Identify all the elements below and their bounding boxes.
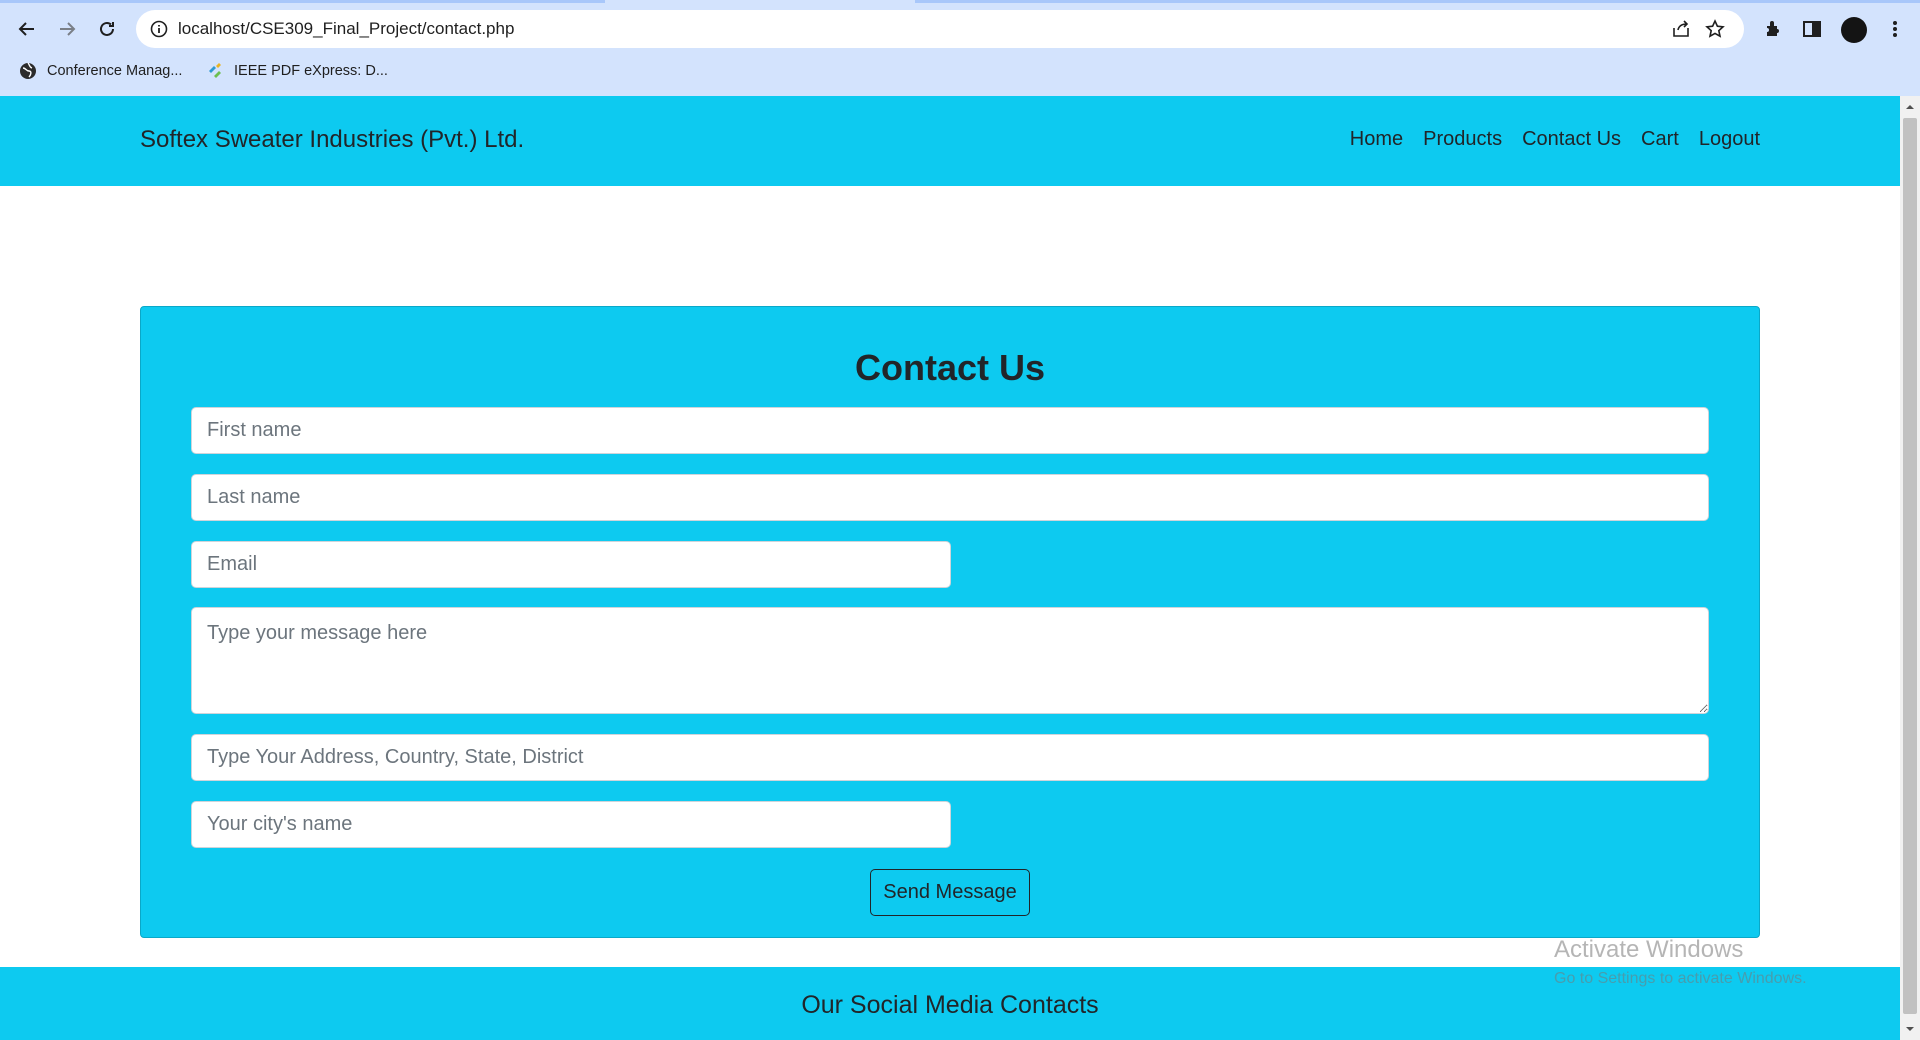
tab-strip-edge	[0, 0, 605, 3]
menu-kebab-icon[interactable]	[1884, 18, 1906, 40]
nav-link-logout[interactable]: Logout	[1699, 128, 1760, 151]
site-brand[interactable]: Softex Sweater Industries (Pvt.) Ltd.	[140, 126, 524, 154]
scroll-down-icon[interactable]	[1905, 1024, 1915, 1034]
reload-button[interactable]	[91, 13, 123, 45]
watermark-title: Activate Windows	[1554, 936, 1744, 963]
contact-title: Contact Us	[854, 347, 1046, 388]
footer-title: Our Social Media Contacts	[801, 991, 1099, 1019]
browser-chrome: localhost/CSE309_Final_Project/contact.p…	[0, 0, 1920, 96]
windows-activation-watermark: Activate Windows Go to Settings to activ…	[1554, 936, 1807, 988]
bookmarks-bar: Conference Manag... IEEE PDF eXpress: D.…	[0, 58, 1920, 88]
nav-link-contact-us[interactable]: Contact Us	[1522, 128, 1621, 151]
site-navbar: Softex Sweater Industries (Pvt.) Ltd. Ho…	[0, 96, 1900, 186]
reload-icon	[100, 21, 114, 36]
first-name-input[interactable]	[191, 407, 1709, 454]
back-button[interactable]	[11, 13, 43, 45]
extensions-icon[interactable]	[1762, 18, 1784, 40]
contact-form-card: Contact Us Send Message	[140, 306, 1760, 938]
watermark-subtitle: Go to Settings to activate Windows.	[1554, 970, 1807, 987]
city-input[interactable]	[191, 801, 951, 848]
bookmark-label: Conference Manag...	[47, 63, 183, 79]
address-bar[interactable]: localhost/CSE309_Final_Project/contact.p…	[136, 10, 1744, 48]
message-textarea[interactable]	[191, 607, 1709, 714]
bookmark-label: IEEE PDF eXpress: D...	[234, 63, 388, 79]
scroll-up-icon[interactable]	[1905, 102, 1915, 112]
bookmark-ieee[interactable]: IEEE PDF eXpress: D...	[206, 62, 388, 80]
forward-button[interactable]	[51, 13, 83, 45]
last-name-input[interactable]	[191, 474, 1709, 521]
page-scrollbar[interactable]	[1900, 96, 1920, 1040]
url-text[interactable]: localhost/CSE309_Final_Project/contact.p…	[178, 19, 514, 39]
profile-avatar[interactable]	[1841, 17, 1867, 43]
tab-strip-edge-right	[915, 0, 1920, 3]
back-arrow-icon	[18, 22, 34, 36]
globe-icon	[20, 62, 36, 79]
side-panel-icon[interactable]	[1801, 18, 1823, 40]
address-input[interactable]	[191, 734, 1709, 781]
forward-arrow-icon	[60, 22, 76, 36]
ieee-icon	[209, 63, 221, 78]
site-info-icon[interactable]	[150, 20, 168, 38]
scrollbar-thumb[interactable]	[1903, 118, 1917, 1014]
send-message-button[interactable]: Send Message	[870, 869, 1030, 916]
nav-link-home[interactable]: Home	[1350, 128, 1403, 151]
bookmark-conference[interactable]: Conference Manag...	[19, 62, 182, 80]
nav-link-cart[interactable]: Cart	[1641, 128, 1679, 151]
nav-links: Home Products Contact Us Cart Logout	[1350, 128, 1760, 151]
email-input[interactable]	[191, 541, 951, 588]
share-icon[interactable]	[1670, 18, 1692, 40]
bookmark-star-icon[interactable]	[1704, 18, 1726, 40]
nav-link-products[interactable]: Products	[1423, 128, 1502, 151]
browser-toolbar: localhost/CSE309_Final_Project/contact.p…	[0, 6, 1920, 52]
page-viewport: Softex Sweater Industries (Pvt.) Ltd. Ho…	[0, 96, 1900, 1040]
